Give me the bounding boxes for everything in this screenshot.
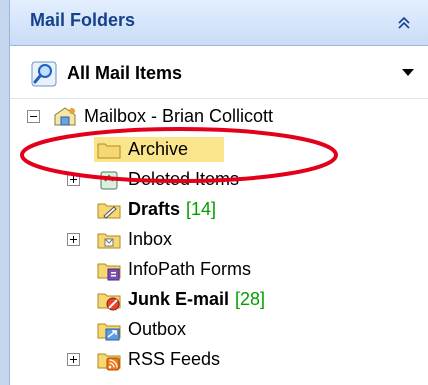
tree-row-outbox[interactable]: Outbox [10, 315, 428, 345]
infopath-folder-icon [97, 263, 121, 281]
tree-row-archive[interactable]: Archive [10, 135, 428, 165]
folder-label: Deleted Items [128, 169, 240, 189]
tree-row-inbox[interactable]: Inbox [10, 225, 428, 255]
pane-left-border [0, 0, 10, 385]
search-folder-icon [31, 61, 57, 87]
folder-label: Drafts [14] [128, 199, 216, 220]
folder-tree: Mailbox - Brian Collicott Archive Delete… [10, 100, 428, 385]
expand-toggle-icon[interactable] [67, 173, 80, 186]
folder-label: Inbox [128, 229, 173, 249]
rss-folder-icon [97, 353, 121, 371]
expand-toggle-icon[interactable] [67, 353, 80, 366]
folder-label: Junk E-mail [28] [128, 289, 265, 310]
drafts-folder-icon [97, 203, 121, 219]
folder-icon [97, 143, 121, 159]
folder-label: Archive [128, 139, 189, 159]
inbox-folder-icon [97, 233, 121, 249]
folder-label: RSS Feeds [128, 349, 221, 369]
dropdown-arrow-icon[interactable] [402, 69, 414, 76]
folder-label: InfoPath Forms [128, 259, 252, 279]
tree-row-rss-feeds[interactable]: RSS Feeds [10, 345, 428, 375]
tree-row-deleted-items[interactable]: Deleted Items [10, 165, 428, 195]
tree-row-drafts[interactable]: Drafts [14] [10, 195, 428, 225]
mailbox-icon [54, 107, 76, 126]
tree-row-mailbox[interactable]: Mailbox - Brian Collicott [10, 102, 428, 132]
collapse-toggle-icon[interactable] [27, 110, 40, 123]
junk-folder-icon [97, 293, 121, 311]
expand-toggle-icon[interactable] [67, 233, 80, 246]
recycle-folder-icon [100, 171, 118, 190]
unread-count: [14] [186, 199, 217, 219]
folder-name: Drafts [128, 199, 181, 219]
collapse-chevron-icon[interactable] [394, 12, 414, 34]
folder-label: Outbox [128, 319, 187, 339]
tree-row-infopath-forms[interactable]: InfoPath Forms [10, 255, 428, 285]
mailbox-label: Mailbox - Brian Collicott [84, 106, 274, 126]
outbox-folder-icon [97, 323, 121, 341]
view-selector[interactable]: All Mail Items [10, 47, 428, 99]
unread-count: [28] [235, 289, 266, 309]
folder-name: Junk E-mail [128, 289, 230, 309]
tree-row-junk-email[interactable]: Junk E-mail [28] [10, 285, 428, 315]
view-label: All Mail Items [67, 63, 183, 83]
mail-folders-header[interactable]: Mail Folders [10, 0, 428, 46]
pane-title: Mail Folders [30, 10, 136, 30]
